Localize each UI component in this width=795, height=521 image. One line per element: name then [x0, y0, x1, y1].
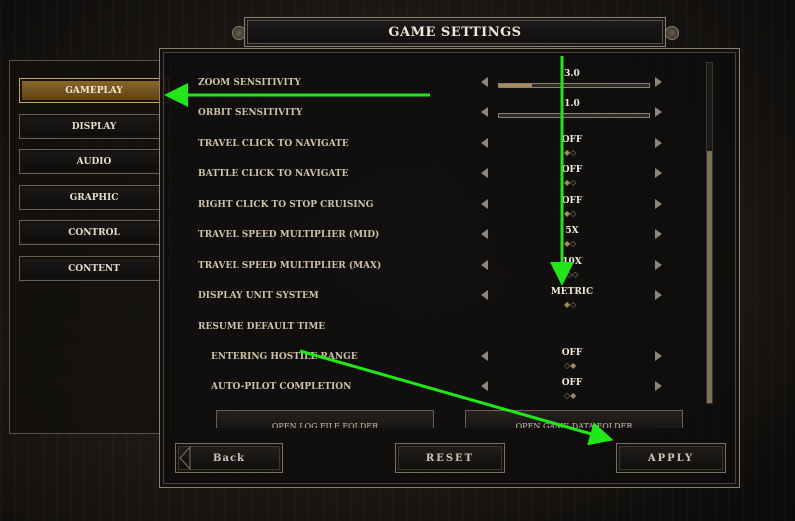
setting-row-speed-max: TRAVEL SPEED MULTIPLIER (MAX) 10X ◇◇◇	[170, 247, 720, 279]
sidebar-item-control[interactable]: CONTROL	[19, 220, 169, 245]
decrease-arrow-icon[interactable]	[479, 137, 490, 150]
sidebar-item-gameplay[interactable]: GAMEPLAY	[19, 78, 169, 103]
setting-row-entering-hostile: ENTERING HOSTILE RANGE OFF ◇◆	[170, 338, 720, 370]
setting-row-display-unit: DISPLAY UNIT SYSTEM METRIC ◆◇	[170, 277, 720, 309]
setting-value: OFF	[561, 135, 583, 145]
sidebar-item-label: CONTENT	[68, 263, 120, 274]
sidebar-item-label: AUDIO	[76, 156, 112, 167]
setting-value: OFF	[561, 165, 583, 175]
section-resume-default-time: RESUME DEFAULT TIME	[170, 308, 720, 338]
open-log-folder-button[interactable]: OPEN LOG FILE FOLDER	[216, 410, 434, 428]
decrease-arrow-icon[interactable]	[479, 76, 490, 89]
setting-label: BATTLE CLICK TO NAVIGATE	[198, 169, 349, 179]
increase-arrow-icon[interactable]	[653, 259, 664, 272]
sidebar-item-label: DISPLAY	[71, 121, 117, 132]
zoom-sensitivity-slider[interactable]	[498, 83, 650, 88]
reset-button[interactable]: RESET	[395, 443, 505, 473]
reset-button-label: RESET	[425, 452, 475, 464]
setting-label: TRAVEL SPEED MULTIPLIER (MID)	[198, 230, 380, 240]
apply-button-label: APPLY	[647, 452, 695, 464]
increase-arrow-icon[interactable]	[653, 137, 664, 150]
setting-value: OFF	[561, 348, 583, 358]
title-bolt-right-icon	[665, 26, 679, 40]
setting-label: ENTERING HOSTILE RANGE	[211, 352, 358, 362]
setting-row-orbit-sensitivity: ORBIT SENSITIVITY 1.0	[170, 94, 720, 124]
sidebar-item-label: CONTROL	[68, 227, 120, 238]
setting-row-speed-mid: TRAVEL SPEED MULTIPLIER (MID) 5X ◆◇	[170, 216, 720, 248]
increase-arrow-icon[interactable]	[653, 350, 664, 363]
back-arrow-icon	[179, 446, 191, 470]
setting-row-battle-click: BATTLE CLICK TO NAVIGATE OFF ◆◇	[170, 155, 720, 187]
section-label: RESUME DEFAULT TIME	[198, 322, 326, 332]
setting-label: TRAVEL SPEED MULTIPLIER (MAX)	[198, 261, 382, 271]
back-button[interactable]: Back	[175, 443, 283, 473]
increase-arrow-icon[interactable]	[653, 167, 664, 180]
sidebar-item-display[interactable]: DISPLAY	[19, 114, 169, 139]
page-title: GAME SETTINGS	[388, 24, 522, 40]
setting-value: 5X	[565, 226, 579, 236]
setting-label: TRAVEL CLICK TO NAVIGATE	[198, 139, 349, 149]
apply-button[interactable]: APPLY	[616, 443, 726, 473]
decrease-arrow-icon[interactable]	[479, 259, 490, 272]
settings-list: ZOOM SENSITIVITY 3.0 ORBIT SENSITIVITY 1…	[170, 58, 720, 428]
increase-arrow-icon[interactable]	[653, 76, 664, 89]
settings-scrollbar[interactable]	[706, 62, 713, 404]
scrollbar-thumb[interactable]	[707, 151, 712, 403]
decrease-arrow-icon[interactable]	[479, 198, 490, 211]
open-game-data-folder-button[interactable]: OPEN GAME DATA FOLDER	[465, 410, 683, 428]
decrease-arrow-icon[interactable]	[479, 167, 490, 180]
increase-arrow-icon[interactable]	[653, 106, 664, 119]
setting-value: OFF	[561, 378, 583, 388]
setting-row-travel-click: TRAVEL CLICK TO NAVIGATE OFF ◆◇	[170, 125, 720, 157]
sidebar-item-audio[interactable]: AUDIO	[19, 149, 169, 174]
back-button-label: Back	[213, 452, 245, 464]
option-indicator-dots: ◇◆	[564, 391, 577, 400]
setting-label: RIGHT CLICK TO STOP CRUISING	[198, 200, 374, 210]
decrease-arrow-icon[interactable]	[479, 106, 490, 119]
slider-fill	[499, 84, 532, 87]
setting-row-autopilot: AUTO-PILOT COMPLETION OFF ◇◆	[170, 368, 720, 400]
setting-label: ZOOM SENSITIVITY	[198, 78, 301, 88]
increase-arrow-icon[interactable]	[653, 380, 664, 393]
setting-row-zoom-sensitivity: ZOOM SENSITIVITY 3.0	[170, 64, 720, 94]
sidebar-item-label: GAMEPLAY	[65, 85, 123, 96]
setting-label: AUTO-PILOT COMPLETION	[211, 382, 352, 392]
sidebar-item-label: GRAPHIC	[69, 192, 119, 203]
setting-value: METRIC	[550, 287, 594, 297]
settings-sidebar: GAMEPLAY DISPLAY AUDIO GRAPHIC CONTROL C…	[9, 60, 171, 434]
decrease-arrow-icon[interactable]	[479, 350, 490, 363]
increase-arrow-icon[interactable]	[653, 198, 664, 211]
setting-value: 10X	[562, 257, 582, 267]
increase-arrow-icon[interactable]	[653, 228, 664, 241]
decrease-arrow-icon[interactable]	[479, 289, 490, 302]
setting-row-right-click-stop: RIGHT CLICK TO STOP CRUISING OFF ◆◇	[170, 186, 720, 218]
sidebar-item-graphic[interactable]: GRAPHIC	[19, 185, 169, 210]
increase-arrow-icon[interactable]	[653, 289, 664, 302]
setting-label: ORBIT SENSITIVITY	[198, 108, 303, 118]
decrease-arrow-icon[interactable]	[479, 380, 490, 393]
decrease-arrow-icon[interactable]	[479, 228, 490, 241]
setting-value: 1.0	[564, 99, 580, 109]
orbit-sensitivity-slider[interactable]	[498, 113, 650, 118]
sidebar-item-content[interactable]: CONTENT	[19, 256, 169, 281]
setting-value: OFF	[561, 196, 583, 206]
setting-label: DISPLAY UNIT SYSTEM	[198, 291, 319, 301]
title-bar: GAME SETTINGS	[244, 17, 666, 47]
setting-value: 3.0	[564, 69, 580, 79]
